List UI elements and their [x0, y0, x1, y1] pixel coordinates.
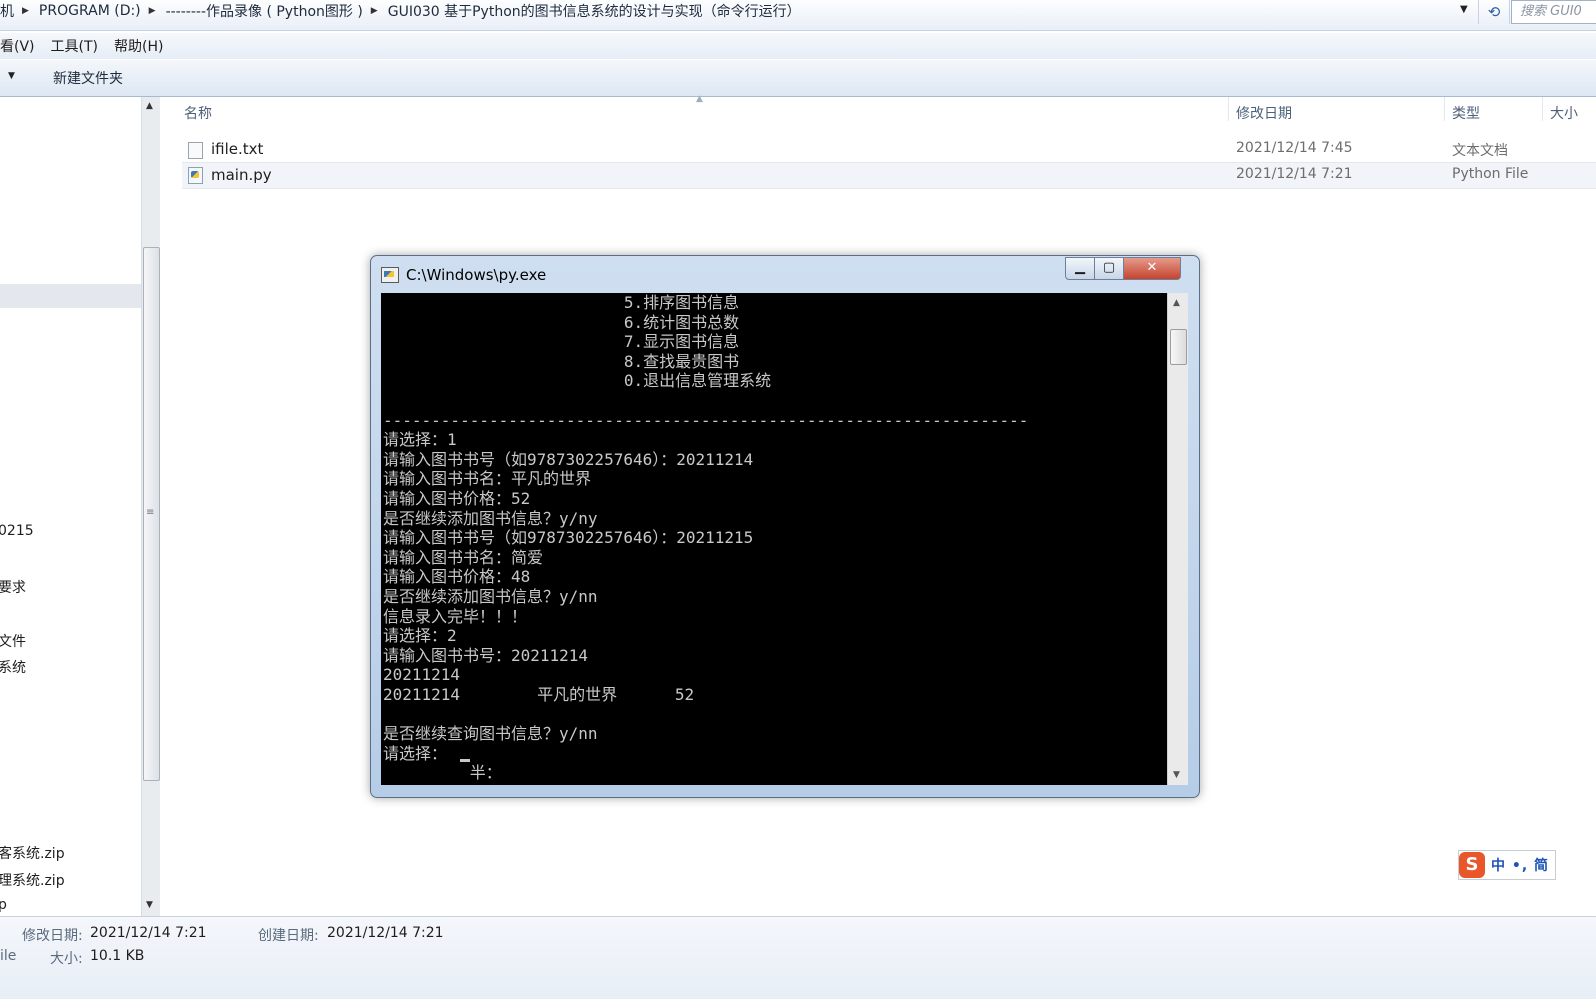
breadcrumb-arrow-icon[interactable]: ▶: [149, 6, 156, 16]
command-toolbar: ▼ 新建文件夹: [0, 60, 1596, 97]
console-window[interactable]: C:\Windows\py.exe ▁ ▢ ✕ 5.排序图书信息 6.统计图书总…: [370, 255, 1200, 798]
breadcrumb[interactable]: 机 ▶ PROGRAM (D:) ▶ --------作品录像 ( Python…: [0, 0, 801, 22]
menu-view[interactable]: 看(V): [0, 36, 35, 56]
column-divider[interactable]: [1542, 97, 1543, 121]
file-row-ifile[interactable]: ifile.txt 2021/12/14 7:45 文本文档: [182, 137, 1596, 162]
sort-up-icon: ▲: [696, 94, 703, 104]
organize-dropdown-icon[interactable]: ▼: [8, 71, 15, 81]
nav-selected-item[interactable]: [0, 284, 141, 308]
size-value: 10.1 KB: [90, 948, 145, 964]
file-name: ifile.txt: [211, 140, 264, 158]
menu-tools[interactable]: 工具(T): [51, 36, 98, 56]
console-app-icon[interactable]: [381, 267, 399, 283]
minimize-icon[interactable]: ▁: [1065, 257, 1095, 280]
nav-item[interactable]: 文件: [0, 631, 26, 651]
navigation-pane: 0215 要求 文件 系统 客系统.zip 理系统.zip p: [0, 97, 141, 916]
column-name[interactable]: 名称: [184, 103, 212, 123]
nav-item[interactable]: 客系统.zip: [0, 843, 65, 863]
scroll-grip-icon: ≡: [146, 507, 155, 518]
nav-item[interactable]: 理系统.zip: [0, 870, 65, 890]
console-scrollbar[interactable]: ▲ ▼: [1167, 293, 1188, 785]
address-dropdown-icon[interactable]: ▼: [1460, 4, 1468, 15]
file-date: 2021/12/14 7:21: [1236, 166, 1353, 182]
modified-label: 修改日期:: [22, 928, 83, 944]
column-date[interactable]: 修改日期: [1236, 103, 1292, 123]
file-row-main[interactable]: main.py 2021/12/14 7:21 Python File: [182, 162, 1596, 189]
created-label: 创建日期:: [258, 928, 319, 944]
column-size[interactable]: 大小: [1550, 103, 1578, 123]
column-type[interactable]: 类型: [1452, 103, 1480, 123]
nav-scrollbar[interactable]: ▲ ≡ ▼: [141, 97, 160, 916]
file-type-fragment: ile: [0, 948, 17, 964]
column-divider[interactable]: [1444, 97, 1445, 121]
maximize-icon[interactable]: ▢: [1095, 257, 1124, 280]
breadcrumb-arrow-icon[interactable]: ▶: [371, 6, 378, 16]
python-file-icon: [188, 167, 203, 184]
ime-toolbar[interactable]: S 中 •, 简: [1458, 850, 1556, 880]
refresh-icon[interactable]: ⟲: [1478, 0, 1510, 24]
breadcrumb-current[interactable]: GUI030 基于Python的图书信息系统的设计与实现（命令行运行）: [388, 1, 801, 21]
close-icon[interactable]: ✕: [1124, 257, 1181, 280]
file-type: 文本文档: [1452, 143, 1508, 159]
menu-bar: 看(V) 工具(T) 帮助(H): [0, 33, 1596, 59]
txt-file-icon: [188, 142, 203, 159]
file-type: Python File: [1452, 166, 1529, 182]
breadcrumb-folder[interactable]: --------作品录像 ( Python图形 ): [166, 1, 363, 21]
search-input[interactable]: 搜索 GUI0: [1511, 0, 1596, 24]
nav-item[interactable]: 系统: [0, 657, 26, 677]
details-pane: 修改日期: 2021/12/14 7:21 创建日期: 2021/12/14 7…: [0, 916, 1596, 999]
file-date: 2021/12/14 7:45: [1236, 140, 1353, 156]
nav-item[interactable]: p: [0, 897, 7, 913]
column-divider[interactable]: [1228, 97, 1229, 121]
console-output: 5.排序图书信息 6.统计图书总数 7.显示图书信息 8.查找最贵图书 0.退出…: [383, 293, 1029, 783]
console-scroll-thumb[interactable]: [1170, 329, 1187, 365]
address-bar[interactable]: 机 ▶ PROGRAM (D:) ▶ --------作品录像 ( Python…: [0, 0, 1596, 31]
window-controls: ▁ ▢ ✕: [1065, 257, 1188, 280]
scroll-down-icon[interactable]: ▼: [146, 900, 153, 910]
nav-item[interactable]: 要求: [0, 577, 26, 597]
created-value: 2021/12/14 7:21: [327, 925, 444, 941]
breadcrumb-drive[interactable]: PROGRAM (D:): [39, 3, 141, 19]
breadcrumb-arrow-icon[interactable]: ▶: [22, 6, 29, 16]
new-folder-button[interactable]: 新建文件夹: [53, 68, 123, 88]
scroll-down-icon[interactable]: ▼: [1173, 770, 1180, 780]
sogou-ime-icon[interactable]: S: [1459, 852, 1485, 878]
file-name: main.py: [211, 166, 272, 184]
breadcrumb-computer[interactable]: 机: [0, 1, 14, 21]
scroll-up-icon[interactable]: ▲: [1173, 298, 1180, 308]
console-output-area[interactable]: 5.排序图书信息 6.统计图书总数 7.显示图书信息 8.查找最贵图书 0.退出…: [381, 293, 1167, 785]
scroll-up-icon[interactable]: ▲: [146, 101, 153, 111]
size-label: 大小:: [50, 951, 83, 967]
text-cursor: [460, 759, 470, 762]
ime-mode-text[interactable]: 中 •, 简: [1491, 855, 1549, 875]
modified-value: 2021/12/14 7:21: [90, 925, 207, 941]
nav-item[interactable]: 0215: [0, 523, 34, 539]
console-title: C:\Windows\py.exe: [406, 266, 547, 284]
menu-help[interactable]: 帮助(H): [114, 36, 163, 56]
